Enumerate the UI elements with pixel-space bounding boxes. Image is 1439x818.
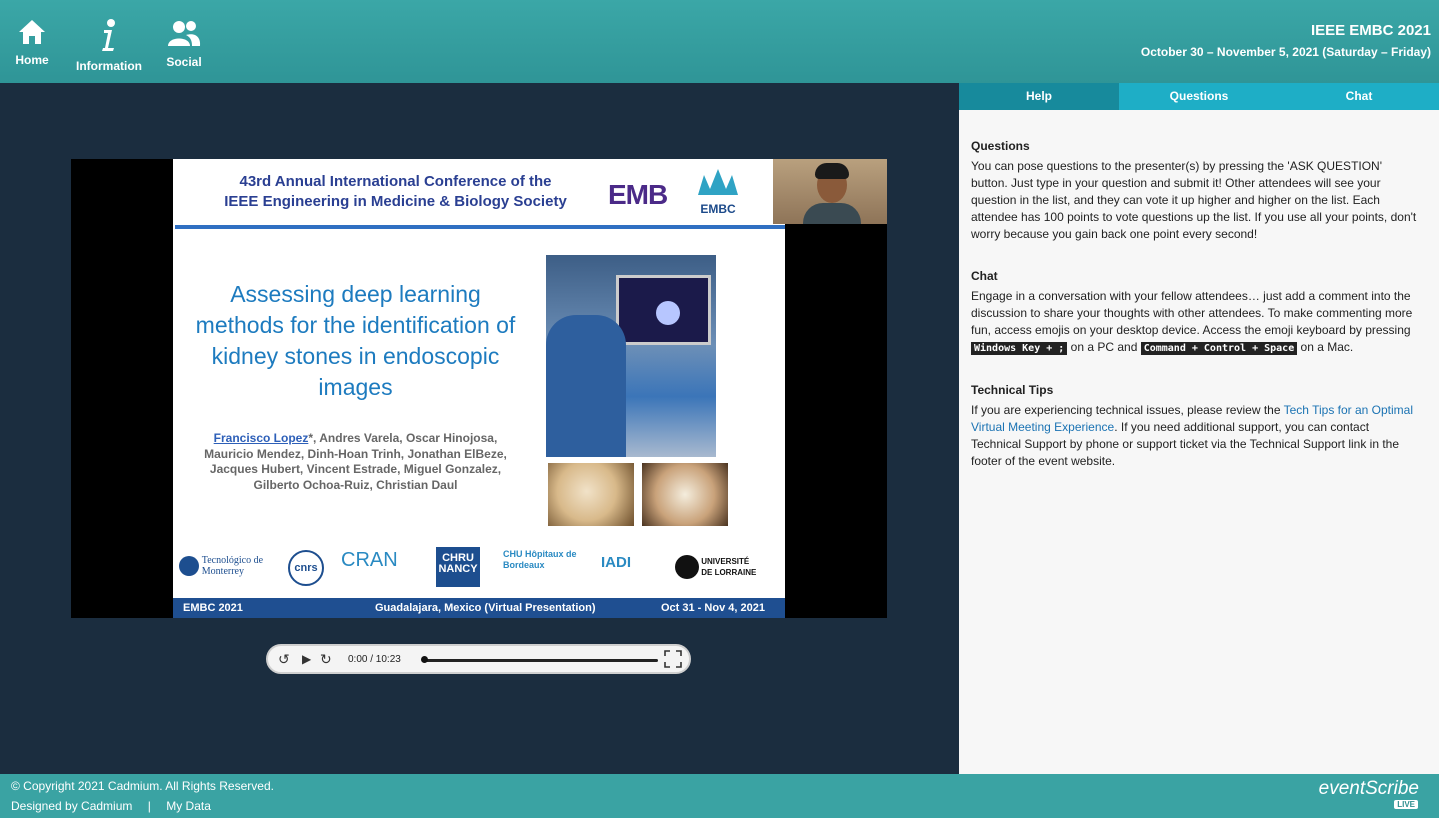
slide-header-line1: 43rd Annual International Conference of … bbox=[239, 173, 552, 190]
slide-footer-right: Oct 31 - Nov 4, 2021 bbox=[661, 602, 765, 614]
logo-chru-nancy: CHRU NANCY bbox=[436, 547, 480, 587]
logo-chu-bordeaux: CHU Hôpitaux de Bordeaux bbox=[503, 549, 577, 570]
rewind-icon[interactable]: ↺ bbox=[278, 651, 290, 668]
seek-bar[interactable] bbox=[423, 659, 658, 662]
side-panel: Help Questions Chat Questions You can po… bbox=[959, 83, 1439, 774]
slide-footer-left: EMBC 2021 bbox=[183, 602, 243, 614]
info-icon bbox=[102, 19, 115, 51]
surgeon-figure bbox=[546, 315, 626, 457]
slide-footer-center: Guadalajara, Mexico (Virtual Presentatio… bbox=[375, 602, 596, 614]
slide-header: 43rd Annual International Conference of … bbox=[173, 159, 773, 225]
presentation-slide: 43rd Annual International Conference of … bbox=[173, 159, 785, 618]
help-section-questions: Questions You can pose questions to the … bbox=[971, 138, 1421, 243]
copyright-text: © Copyright 2021 Cadmium. All Rights Res… bbox=[11, 779, 274, 793]
home-icon bbox=[19, 20, 45, 44]
footer-separator: | bbox=[147, 799, 151, 813]
help-section-tech: Technical Tips If you are experiencing t… bbox=[971, 382, 1421, 470]
surgery-photo bbox=[546, 255, 716, 457]
presenter-shirt bbox=[803, 203, 861, 224]
nav-information[interactable]: Information bbox=[76, 18, 142, 73]
side-tabs: Help Questions Chat bbox=[959, 83, 1439, 110]
logo-cran: CRAN bbox=[341, 549, 398, 571]
lead-author: Francisco Lopez bbox=[213, 431, 309, 445]
my-data-link[interactable]: My Data bbox=[166, 799, 211, 813]
tech-heading: Technical Tips bbox=[971, 383, 1054, 397]
nav-social-label: Social bbox=[166, 55, 202, 69]
nav-social[interactable]: Social bbox=[152, 18, 216, 69]
questions-text: You can pose questions to the presenter(… bbox=[971, 159, 1417, 241]
slide-divider bbox=[175, 225, 785, 229]
eventscribe-logo: eventScribe bbox=[1318, 778, 1419, 799]
presenter-hair bbox=[815, 163, 849, 179]
video-player[interactable]: 43rd Annual International Conference of … bbox=[71, 159, 887, 618]
video-stage: 43rd Annual International Conference of … bbox=[0, 83, 959, 774]
event-dates: October 30 – November 5, 2021 (Saturday … bbox=[1140, 45, 1431, 59]
embc-logo: EMBC bbox=[693, 167, 743, 216]
logo-tec-monterrey: Tecnológico de Monterrey bbox=[179, 555, 272, 577]
forward-icon[interactable]: ↻ bbox=[320, 651, 332, 668]
nav-home-label: Home bbox=[15, 53, 49, 67]
event-title: IEEE EMBC 2021 bbox=[1310, 22, 1431, 39]
chat-text: Engage in a conversation with your fello… bbox=[971, 289, 1413, 355]
top-header: Home Information Social IEEE EMBC 2021 O… bbox=[0, 0, 1439, 83]
slide-footer: EMBC 2021 Guadalajara, Mexico (Virtual P… bbox=[173, 598, 785, 618]
playback-time: 0:00 / 10:23 bbox=[348, 654, 401, 665]
tech-text: If you are experiencing technical issues… bbox=[971, 403, 1414, 468]
tab-help[interactable]: Help bbox=[959, 83, 1119, 110]
help-content: Questions You can pose questions to the … bbox=[971, 138, 1421, 495]
help-section-chat: Chat Engage in a conversation with your … bbox=[971, 268, 1421, 357]
slide-header-line2: IEEE Engineering in Medicine & Biology S… bbox=[224, 193, 567, 210]
nav-information-label: Information bbox=[76, 59, 142, 73]
kidney-stone-image-2 bbox=[642, 463, 728, 526]
kidney-stone-image-1 bbox=[548, 463, 634, 526]
embc-crown-icon bbox=[698, 169, 738, 195]
chat-heading: Chat bbox=[971, 269, 998, 283]
logo-iadi: IADI bbox=[601, 554, 631, 571]
play-icon[interactable]: ▶ bbox=[302, 652, 311, 666]
page-footer: © Copyright 2021 Cadmium. All Rights Res… bbox=[0, 774, 1439, 818]
endoscope-view bbox=[656, 301, 680, 325]
nav-home[interactable]: Home bbox=[0, 18, 64, 67]
logo-cnrs: cnrs bbox=[288, 550, 324, 586]
pc-shortcut: Windows Key + ; bbox=[971, 342, 1068, 355]
live-badge: LIVE bbox=[1394, 800, 1418, 809]
talk-title: Assessing deep learning methods for the … bbox=[195, 281, 516, 400]
presenter-webcam bbox=[773, 159, 887, 224]
player-controls: ↺ ▶ ↻ 0:00 / 10:23 bbox=[266, 644, 691, 674]
seek-handle[interactable] bbox=[421, 656, 428, 663]
people-icon bbox=[168, 21, 201, 46]
author-list: Francisco Lopez*, Andres Varela, Oscar H… bbox=[203, 431, 508, 493]
designed-by-link[interactable]: Designed by Cadmium bbox=[11, 799, 132, 813]
embc-logo-text: EMBC bbox=[700, 202, 736, 216]
mac-shortcut: Command + Control + Space bbox=[1140, 342, 1298, 355]
emb-logo: EMB bbox=[608, 179, 668, 210]
fullscreen-icon[interactable] bbox=[664, 650, 682, 671]
footer-links: Designed by Cadmium | My Data bbox=[11, 799, 211, 813]
questions-heading: Questions bbox=[971, 139, 1030, 153]
tab-chat[interactable]: Chat bbox=[1279, 83, 1439, 110]
slide-header-title: 43rd Annual International Conference of … bbox=[193, 172, 598, 212]
logo-universite-lorraine: UNIVERSITÉ DE LORRAINE bbox=[675, 555, 765, 579]
partner-logos: Tecnológico de Monterrey cnrs CRAN CHRU … bbox=[173, 543, 785, 587]
tab-questions[interactable]: Questions bbox=[1119, 83, 1279, 110]
